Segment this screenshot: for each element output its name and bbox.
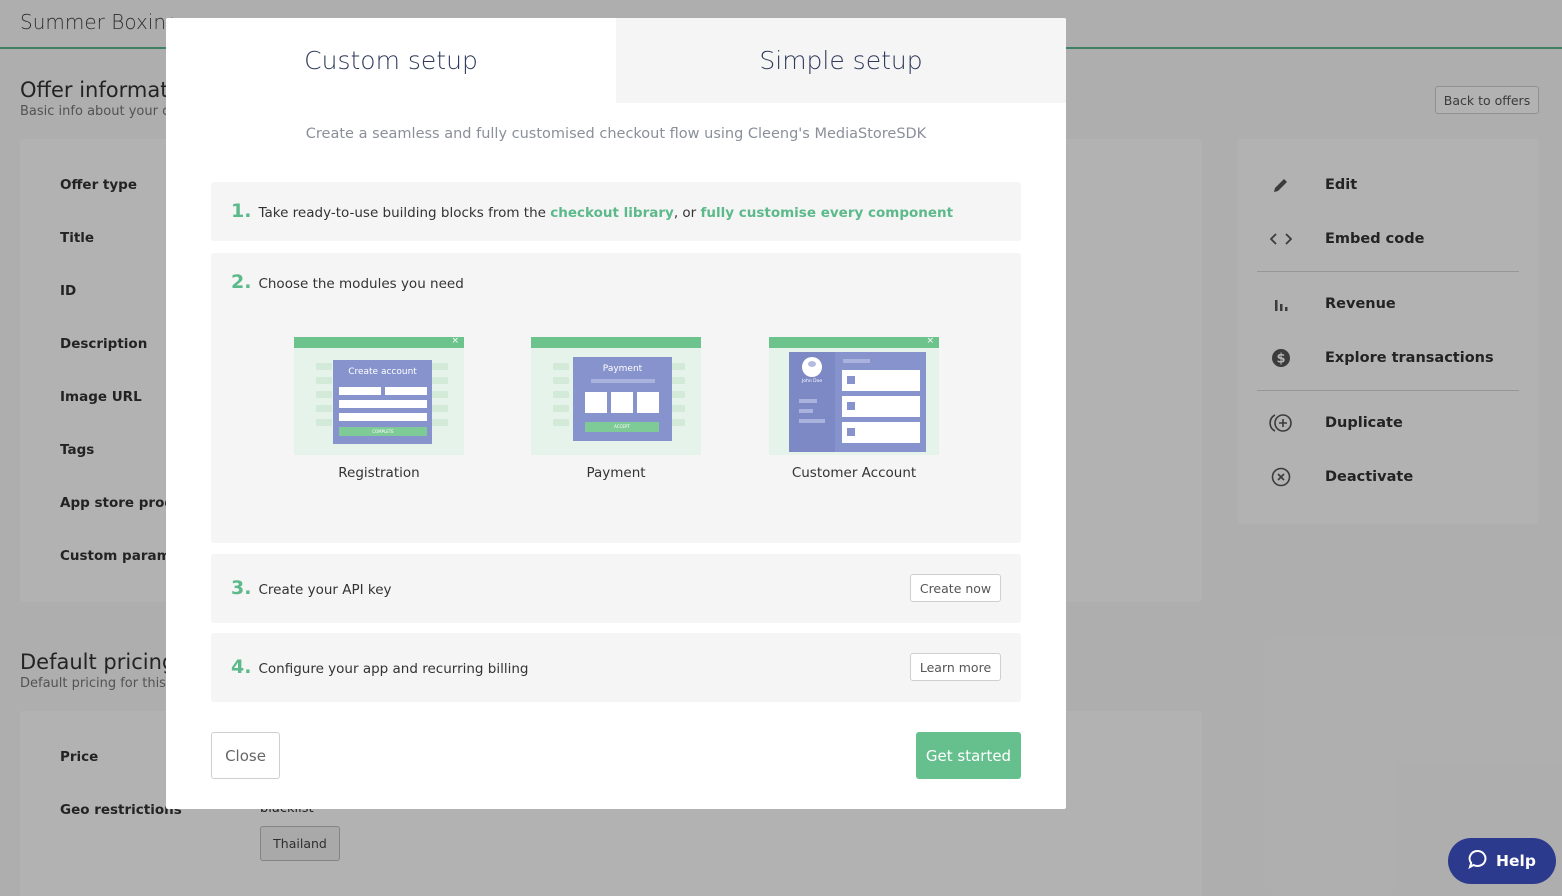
step-number: 4. [231,656,252,678]
chat-bubble-icon [1468,849,1488,873]
close-button[interactable]: Close [211,732,280,779]
setup-tabs: Custom setup Simple setup [166,18,1066,103]
create-account-title: Create account [348,367,417,377]
module-label: Payment [586,465,646,481]
mini-user-name: John Doe [801,379,823,384]
step-3-text: Create your API key [258,582,392,598]
step-2-heading: 2. Choose the modules you need [231,271,464,293]
module-customer-account[interactable]: × John Doe Customer Account [769,337,939,481]
module-payment[interactable]: Payment ACCEPT Payment [531,337,701,481]
step-2-text: Choose the modules you need [258,276,464,292]
step-1-separator: , or [673,205,701,221]
step-4-text: Configure your app and recurring billing [258,661,529,677]
step-2-panel: 2. Choose the modules you need × Create … [211,253,1021,543]
step-4-panel: 4. Configure your app and recurring bill… [211,633,1021,702]
complete-mini-button: COMPLETE [339,427,427,436]
registration-illustration: × Create account COMPLETE [294,337,464,455]
get-started-button[interactable]: Get started [916,732,1021,779]
create-api-key-button[interactable]: Create now [910,574,1001,602]
step-1-panel: 1. Take ready-to-use building blocks fro… [211,182,1021,241]
module-label: Registration [338,465,420,481]
module-label: Customer Account [791,465,917,481]
step-1-heading: 1. Take ready-to-use building blocks fro… [231,200,953,222]
payment-panel-title: Payment [602,364,643,374]
step-4-heading: 4. Configure your app and recurring bill… [231,656,528,678]
step-number: 2. [231,271,252,293]
tab-simple-setup[interactable]: Simple setup [616,18,1066,103]
customer-account-illustration: × John Doe [769,337,939,455]
accept-mini-button: ACCEPT [585,422,659,432]
tab-custom-setup[interactable]: Custom setup [166,18,616,103]
learn-more-button[interactable]: Learn more [910,653,1001,681]
setup-modal: Custom setup Simple setup Create a seaml… [166,18,1066,809]
step-number: 3. [231,577,252,599]
help-label: Help [1496,852,1536,870]
step-1-text: Take ready-to-use building blocks from t… [258,205,551,221]
step-3-heading: 3. Create your API key [231,577,392,599]
help-button[interactable]: Help [1448,838,1556,884]
customise-component-link[interactable]: fully customise every component [701,205,954,221]
setup-intro-text: Create a seamless and fully customised c… [305,126,927,142]
module-registration[interactable]: × Create account COMPLETE Registration [294,337,464,481]
step-3-panel: 3. Create your API key Create now [211,554,1021,623]
checkout-library-link[interactable]: checkout library [550,205,674,221]
payment-illustration: Payment ACCEPT [531,337,701,455]
step-number: 1. [231,200,252,222]
